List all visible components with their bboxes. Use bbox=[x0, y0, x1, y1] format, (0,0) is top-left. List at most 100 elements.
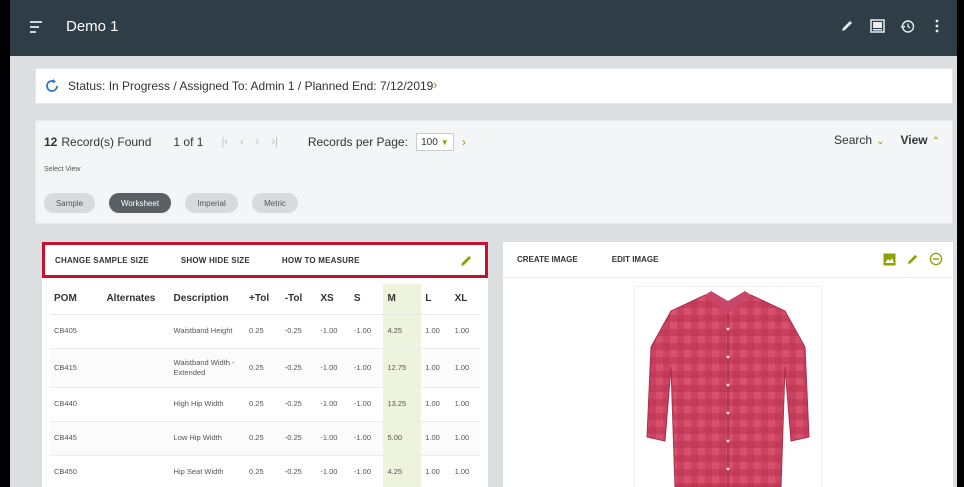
chevron-right-icon[interactable]: › bbox=[462, 135, 466, 149]
cell-alternates bbox=[102, 314, 170, 349]
search-view-controls: Search ⌄ View ⌃ bbox=[834, 133, 940, 147]
cell-description: Low Hip Width bbox=[169, 421, 246, 456]
edit-image-link[interactable]: EDIT IMAGE bbox=[612, 255, 659, 264]
status-bar[interactable]: Status: In Progress / Assigned To: Admin… bbox=[35, 68, 953, 104]
table-row[interactable]: CB415 Waistband Width - Extended 0.25 -0… bbox=[50, 348, 480, 388]
create-image-link[interactable]: CREATE IMAGE bbox=[517, 255, 578, 264]
cell-xl: 1.00 bbox=[450, 387, 480, 422]
last-page-icon[interactable]: ›| bbox=[271, 136, 278, 148]
cell-pom: CB415 bbox=[50, 348, 103, 388]
cell-l: 1.00 bbox=[421, 314, 451, 349]
col-header-pom[interactable]: POM bbox=[50, 284, 103, 315]
cell-pom: CB405 bbox=[50, 314, 103, 349]
change-sample-size-link[interactable]: CHANGE SAMPLE SIZE bbox=[55, 256, 149, 265]
how-to-measure-link[interactable]: HOW TO MEASURE bbox=[282, 256, 360, 265]
cell-m: 4.25 bbox=[383, 455, 422, 487]
records-summary: 12 Record(s) Found 1 of 1 |‹ ‹ › ›| Reco… bbox=[44, 133, 466, 151]
cell-plus-tol: 0.25 bbox=[245, 348, 281, 388]
table-row[interactable]: CB440 High Hip Width 0.25 -0.25 -1.00 -1… bbox=[50, 387, 480, 422]
cell-xl: 1.00 bbox=[450, 348, 480, 388]
chevron-down-icon: ⌄ bbox=[876, 136, 885, 147]
col-header-minus-tol[interactable]: -Tol bbox=[280, 284, 317, 315]
view-chips: Sample Worksheet Imperial Metric bbox=[44, 193, 298, 213]
col-header-xl[interactable]: XL bbox=[450, 284, 480, 315]
pager: |‹ ‹ › ›| bbox=[221, 136, 277, 148]
view-chip-sample[interactable]: Sample bbox=[44, 193, 95, 213]
col-header-description[interactable]: Description bbox=[169, 284, 246, 315]
col-header-m[interactable]: M bbox=[383, 284, 422, 315]
search-label: Search bbox=[834, 133, 873, 147]
records-per-page-value: 100 bbox=[421, 136, 438, 148]
prev-page-icon[interactable]: ‹ bbox=[240, 136, 244, 148]
chevron-up-icon: ⌃ bbox=[931, 136, 940, 147]
table-toolbar: CHANGE SAMPLE SIZE SHOW HIDE SIZE HOW TO… bbox=[42, 242, 488, 278]
app-frame: Demo 1 Status: In Progress / Assigned To… bbox=[10, 0, 957, 487]
view-toggle[interactable]: View ⌃ bbox=[900, 133, 940, 147]
pencil-icon[interactable] bbox=[459, 254, 473, 268]
cell-xs: -1.00 bbox=[316, 314, 350, 349]
pencil-icon[interactable] bbox=[839, 18, 855, 34]
records-panel: 12 Record(s) Found 1 of 1 |‹ ‹ › ›| Reco… bbox=[35, 120, 953, 224]
view-chip-metric[interactable]: Metric bbox=[252, 193, 298, 213]
cell-plus-tol: 0.25 bbox=[245, 455, 281, 487]
shirt-image bbox=[646, 291, 810, 487]
image-actions bbox=[883, 252, 943, 268]
view-chip-worksheet[interactable]: Worksheet bbox=[109, 193, 171, 213]
record-count: 12 bbox=[44, 135, 58, 149]
first-page-icon[interactable]: |‹ bbox=[221, 136, 228, 148]
records-per-page-select[interactable]: 100 ▼ bbox=[415, 133, 454, 151]
col-header-plus-tol[interactable]: +Tol bbox=[245, 284, 281, 315]
cell-description: Waistband Width - Extended bbox=[169, 348, 246, 388]
record-found-label: Record(s) Found bbox=[61, 135, 152, 149]
cell-xl: 1.00 bbox=[450, 421, 480, 456]
cell-m: 5.00 bbox=[383, 421, 422, 456]
table-header-row: POM Alternates Description +Tol -Tol XS … bbox=[50, 284, 480, 315]
caret-down-icon: ▼ bbox=[440, 137, 449, 147]
history-icon[interactable] bbox=[899, 18, 915, 34]
image-icon[interactable] bbox=[883, 253, 896, 268]
measurement-table: POM Alternates Description +Tol -Tol XS … bbox=[50, 284, 480, 487]
pencil-icon[interactable] bbox=[906, 253, 919, 268]
chevron-right-icon[interactable]: › bbox=[433, 77, 437, 92]
col-header-xs[interactable]: XS bbox=[316, 284, 350, 315]
search-toggle[interactable]: Search ⌄ bbox=[834, 133, 884, 147]
cell-s: -1.00 bbox=[349, 314, 384, 349]
next-page-icon[interactable]: › bbox=[256, 136, 260, 148]
cell-alternates bbox=[102, 387, 170, 422]
cell-plus-tol: 0.25 bbox=[245, 314, 281, 349]
menu-icon[interactable] bbox=[30, 21, 44, 33]
cell-alternates bbox=[102, 348, 170, 388]
view-label: View bbox=[900, 133, 928, 147]
cell-xs: -1.00 bbox=[316, 387, 350, 422]
table-row[interactable]: CB450 Hip Seat Width 0.25 -0.25 -1.00 -1… bbox=[50, 455, 480, 487]
col-header-s[interactable]: S bbox=[349, 284, 384, 315]
cell-xl: 1.00 bbox=[450, 455, 480, 487]
cell-m: 12.75 bbox=[383, 348, 422, 388]
cell-minus-tol: -0.25 bbox=[280, 421, 317, 456]
status-text: Status: In Progress / Assigned To: Admin… bbox=[68, 79, 434, 93]
cell-pom: CB440 bbox=[50, 387, 103, 422]
product-image bbox=[634, 286, 822, 487]
cell-m: 13.25 bbox=[383, 387, 422, 422]
col-header-l[interactable]: L bbox=[421, 284, 451, 315]
view-chip-imperial[interactable]: Imperial bbox=[185, 193, 238, 213]
records-per-page-label: Records per Page: bbox=[307, 135, 408, 149]
cell-pom: CB445 bbox=[50, 421, 103, 456]
show-hide-size-link[interactable]: SHOW HIDE SIZE bbox=[181, 256, 250, 265]
remove-circle-icon[interactable] bbox=[929, 252, 943, 268]
table-row[interactable]: CB405 Waistband Height 0.25 -0.25 -1.00 … bbox=[50, 314, 480, 349]
cell-m: 4.25 bbox=[383, 314, 422, 349]
table-row[interactable]: CB445 Low Hip Width 0.25 -0.25 -1.00 -1.… bbox=[50, 421, 480, 456]
page-title: Demo 1 bbox=[66, 18, 119, 35]
select-view-label: Select View bbox=[44, 166, 81, 173]
more-vert-icon[interactable] bbox=[929, 18, 945, 34]
image-icon[interactable] bbox=[869, 18, 885, 34]
cell-l: 1.00 bbox=[421, 455, 451, 487]
top-bar: Demo 1 bbox=[10, 0, 957, 56]
cell-alternates bbox=[102, 421, 170, 456]
cell-l: 1.00 bbox=[421, 348, 451, 388]
page-indicator: 1 of 1 bbox=[173, 135, 204, 149]
col-header-alternates[interactable]: Alternates bbox=[102, 284, 170, 315]
cell-plus-tol: 0.25 bbox=[245, 421, 281, 456]
top-actions bbox=[839, 18, 945, 34]
